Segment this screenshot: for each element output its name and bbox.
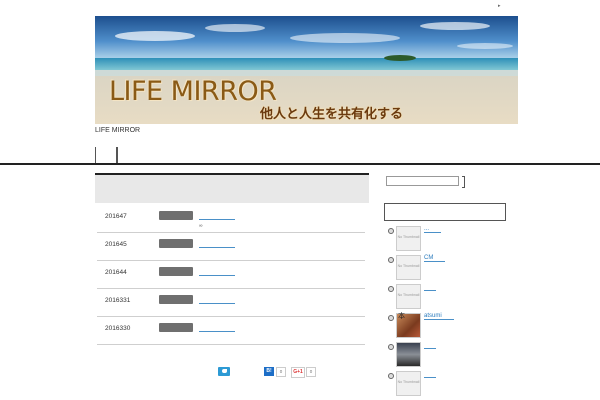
post-thumbnail[interactable]: No Thumbnail bbox=[396, 371, 421, 396]
post-list: 201647 ∞ 201645 201644 2016331 2016330 bbox=[97, 205, 365, 345]
recent-post-link[interactable] bbox=[424, 284, 436, 291]
category-badge[interactable] bbox=[159, 267, 193, 276]
category-badge[interactable] bbox=[159, 323, 193, 332]
nav-item-2[interactable] bbox=[116, 147, 118, 163]
banner-tagline: 他人と人生を共有化する bbox=[260, 106, 404, 121]
global-nav bbox=[95, 147, 118, 163]
list-item[interactable]: 本 atsumi bbox=[386, 312, 506, 341]
bullet-icon bbox=[388, 257, 394, 263]
post-date: 201647 bbox=[105, 213, 127, 220]
archive-heading bbox=[95, 173, 369, 203]
recent-posts-list: No Thumbnail ... No Thumbnail CM No Thum… bbox=[386, 225, 506, 399]
recent-post-link[interactable]: ... bbox=[424, 226, 442, 233]
list-item[interactable]: No Thumbnail ... bbox=[386, 225, 506, 254]
list-item[interactable]: No Thumbnail bbox=[386, 283, 506, 312]
list-item[interactable]: 2016331 bbox=[97, 289, 365, 317]
post-thumbnail[interactable] bbox=[396, 342, 421, 367]
search-input[interactable] bbox=[386, 176, 459, 186]
list-item[interactable]: No Thumbnail bbox=[386, 370, 506, 399]
bullet-icon bbox=[388, 228, 394, 234]
header-banner[interactable]: LIFE MIRROR 他人と人生を共有化する bbox=[95, 16, 518, 124]
post-thumbnail[interactable]: No Thumbnail bbox=[396, 226, 421, 251]
nav-item-1[interactable] bbox=[95, 147, 116, 163]
post-title-link[interactable] bbox=[199, 241, 235, 248]
post-date: 201645 bbox=[105, 241, 127, 248]
post-date: 2016330 bbox=[105, 325, 131, 332]
twitter-share-button[interactable] bbox=[218, 367, 230, 376]
list-item[interactable]: 2016330 bbox=[97, 317, 365, 345]
recent-post-link[interactable] bbox=[424, 371, 436, 378]
list-item[interactable]: No Thumbnail CM bbox=[386, 254, 506, 283]
recent-post-link[interactable]: atsumi bbox=[424, 313, 454, 320]
hatena-bookmark-button[interactable]: B! bbox=[264, 367, 274, 376]
recent-post-link[interactable]: CM bbox=[424, 255, 446, 262]
post-title-link[interactable] bbox=[199, 325, 235, 332]
post-thumbnail[interactable]: No Thumbnail bbox=[396, 284, 421, 309]
thumbnail-caption: 本 bbox=[398, 313, 405, 320]
list-item[interactable]: 201647 ∞ bbox=[97, 205, 365, 233]
search-button[interactable] bbox=[462, 176, 465, 188]
top-mark: ▸ bbox=[498, 3, 501, 9]
post-title-link[interactable] bbox=[199, 213, 235, 220]
bullet-icon bbox=[388, 286, 394, 292]
post-title-link[interactable] bbox=[199, 297, 235, 304]
list-item[interactable] bbox=[386, 341, 506, 370]
google-plus-button[interactable]: G+1 bbox=[291, 367, 305, 378]
category-badge[interactable] bbox=[159, 211, 193, 220]
google-plus-count: 0 bbox=[306, 367, 316, 377]
banner-title: LIFE MIRROR bbox=[109, 76, 277, 107]
hatena-count: 0 bbox=[276, 367, 286, 377]
sidebar-widget-title bbox=[384, 203, 506, 221]
category-badge[interactable] bbox=[159, 239, 193, 248]
list-item[interactable]: 201645 bbox=[97, 233, 365, 261]
header-divider bbox=[0, 163, 600, 165]
bullet-icon bbox=[388, 344, 394, 350]
recent-post-link[interactable] bbox=[424, 342, 436, 349]
site-name[interactable]: LIFE MIRROR bbox=[95, 127, 140, 134]
bullet-icon bbox=[388, 315, 394, 321]
post-title-link[interactable] bbox=[199, 269, 235, 276]
category-badge[interactable] bbox=[159, 295, 193, 304]
post-date: 201644 bbox=[105, 269, 127, 276]
post-thumbnail[interactable]: 本 bbox=[396, 313, 421, 338]
post-thumbnail[interactable]: No Thumbnail bbox=[396, 255, 421, 280]
bullet-icon bbox=[388, 373, 394, 379]
post-note: ∞ bbox=[199, 223, 203, 229]
list-item[interactable]: 201644 bbox=[97, 261, 365, 289]
post-date: 2016331 bbox=[105, 297, 131, 304]
